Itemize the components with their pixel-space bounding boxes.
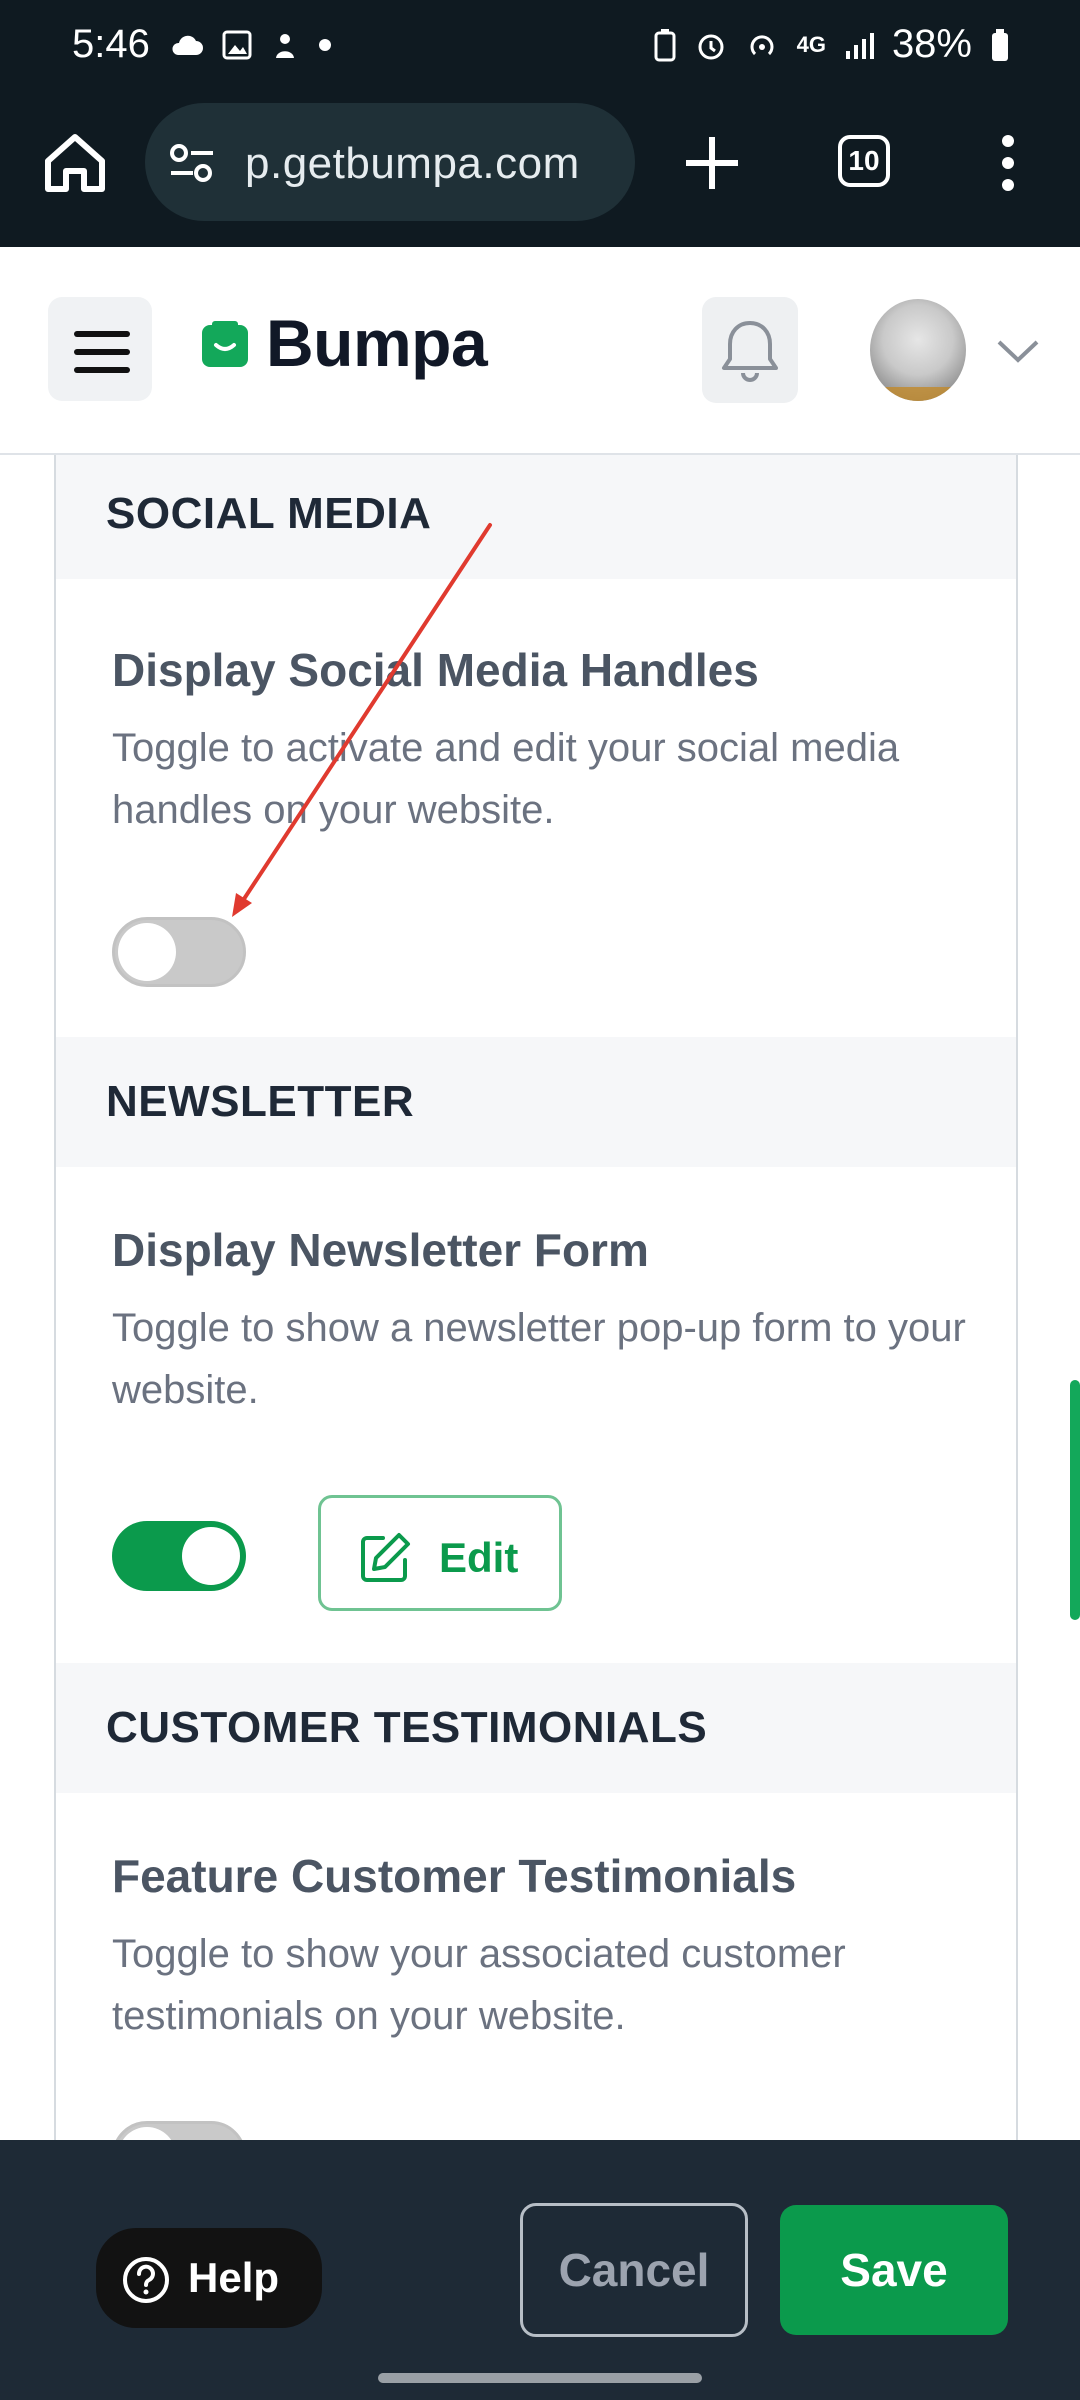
notification-icons	[170, 30, 332, 60]
save-button[interactable]: Save	[780, 2205, 1008, 2335]
url-text[interactable]: p.getbumpa.com	[245, 139, 580, 189]
newsletter-toggle[interactable]	[112, 1521, 246, 1591]
section-heading: CUSTOMER TESTIMONIALS	[106, 1703, 708, 1752]
image-icon	[222, 30, 252, 60]
battery-percent: 38%	[891, 22, 972, 66]
address-bar[interactable]: p.getbumpa.com	[145, 103, 635, 221]
chevron-down-icon[interactable]	[996, 339, 1040, 363]
setting-title: Feature Customer Testimonials	[112, 1850, 797, 1902]
menu-button[interactable]	[48, 297, 152, 401]
edit-label: Edit	[439, 1534, 519, 1581]
browser-toolbar: p.getbumpa.com 10	[0, 95, 1080, 247]
alarm-icon	[698, 34, 724, 59]
setting-description: Toggle to activate and edit your social …	[112, 726, 900, 832]
dot-icon	[319, 39, 331, 51]
system-icons: 4G 38%	[653, 22, 1010, 67]
setting-description: Toggle to show your associated customer …	[112, 1932, 846, 2038]
setting-title: Display Social Media Handles	[112, 644, 759, 696]
bottom-action-bar: Help Cancel Save	[0, 2140, 1080, 2400]
scrollbar-track[interactable]	[1066, 455, 1080, 2140]
home-icon[interactable]	[40, 127, 110, 197]
testimonials-toggle[interactable]	[112, 2121, 246, 2140]
edit-newsletter-button[interactable]: Edit	[318, 1495, 562, 1611]
battery-saver-icon	[654, 28, 676, 61]
more-vert-icon[interactable]	[990, 133, 1026, 193]
plus-icon[interactable]	[680, 131, 744, 195]
section-heading: SOCIAL MEDIA	[106, 489, 432, 538]
network-type: 4G	[796, 31, 826, 57]
setting-description: Toggle to show a newsletter pop-up form …	[112, 1306, 966, 1412]
help-circle-icon	[123, 2257, 169, 2303]
settings-panel: SOCIAL MEDIA Display Social Media Handle…	[54, 455, 1018, 2140]
bell-icon	[722, 321, 778, 382]
gesture-nav-bar[interactable]	[378, 2373, 702, 2383]
status-time: 5:46	[72, 22, 150, 66]
cloud-icon	[172, 35, 203, 55]
tabs-icon[interactable]: 10	[838, 135, 890, 187]
help-button[interactable]: Help	[96, 2228, 322, 2328]
help-label: Help	[188, 2254, 280, 2301]
toggle-knob	[118, 923, 176, 981]
notifications-button[interactable]	[702, 297, 798, 403]
section-heading: NEWSLETTER	[106, 1077, 415, 1126]
edit-icon	[361, 1533, 410, 1582]
social-media-toggle[interactable]	[112, 917, 246, 987]
app-header: Bumpa	[0, 247, 1080, 455]
signal-icon	[845, 32, 874, 59]
brand-name: Bumpa	[266, 306, 488, 380]
cancel-button[interactable]: Cancel	[520, 2203, 748, 2337]
hotspot-icon	[750, 34, 774, 55]
section-header-newsletter: NEWSLETTER	[56, 1037, 1016, 1167]
toggle-knob	[118, 2127, 176, 2140]
app-icon	[276, 34, 294, 58]
menu-icon	[74, 331, 130, 385]
battery-icon	[992, 28, 1008, 61]
scrollbar-thumb[interactable]	[1070, 1380, 1080, 1620]
avatar[interactable]	[870, 299, 966, 401]
section-header-customer-testimonials: CUSTOMER TESTIMONIALS	[56, 1663, 1016, 1793]
setting-title: Display Newsletter Form	[112, 1224, 649, 1276]
status-bar: 5:46 4G 38%	[0, 0, 1080, 95]
bumpa-logo-icon	[202, 321, 248, 367]
tune-icon[interactable]	[167, 141, 217, 185]
toggle-knob	[182, 1527, 240, 1585]
section-header-social-media: SOCIAL MEDIA	[56, 455, 1016, 579]
